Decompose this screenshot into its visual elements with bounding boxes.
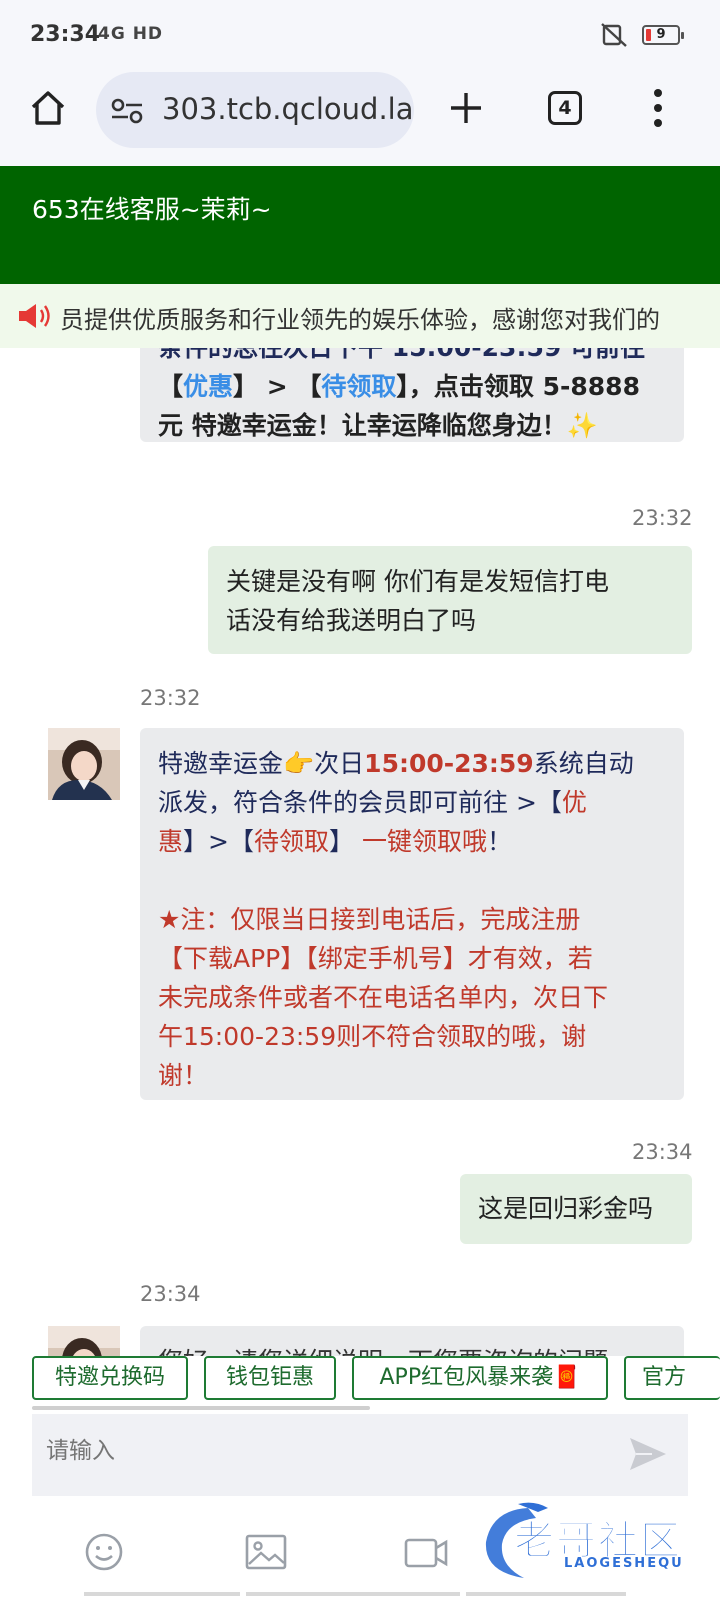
status-right: 9 — [600, 22, 684, 48]
image-icon[interactable] — [244, 1532, 288, 1572]
quick-reply-chip[interactable]: APP红包风暴来袭🧧 — [352, 1356, 608, 1400]
message-text: 】 — [328, 827, 362, 856]
quick-reply-chip[interactable]: 特邀兑换码 — [32, 1356, 188, 1400]
site-settings-icon[interactable] — [110, 98, 144, 124]
chat-title: 653在线客服~茉莉~ — [32, 195, 272, 224]
quick-reply-chip[interactable]: 官方 — [624, 1356, 720, 1400]
message-timestamp: 23:34 — [140, 1282, 201, 1306]
chat-toolbar — [0, 1496, 720, 1600]
message-line: 派发，符合条件的会员即可前往 >【优 — [158, 783, 666, 822]
message-bubble-incoming: 特邀幸运金👉次日15:00-23:59系统自动 派发，符合条件的会员即可前往 >… — [140, 728, 684, 1100]
message-timestamp: 23:32 — [140, 686, 201, 710]
message-bubble-incoming: 条件的总往次日下午 15:00-23:59 可前往 【优惠】 > 【待领取】，点… — [140, 348, 684, 442]
message-list[interactable]: 条件的总往次日下午 15:00-23:59 可前往 【优惠】 > 【待领取】，点… — [0, 348, 720, 1360]
message-text: 】 > 【 — [233, 372, 322, 401]
message-line: 特邀幸运金👉次日15:00-23:59系统自动 — [158, 744, 666, 783]
video-icon[interactable] — [404, 1532, 448, 1572]
message-input[interactable] — [46, 1438, 606, 1464]
link-text[interactable]: 优惠 — [183, 372, 233, 401]
message-text: 次日 — [314, 749, 365, 778]
message-bubble-outgoing: 这是回归彩金吗 — [460, 1174, 692, 1244]
message-line: 元 特邀幸运金！让幸运降临您身边！✨ — [158, 406, 666, 442]
agent-avatar[interactable] — [48, 728, 120, 800]
message-text: 条件的总往次日下午 15:00-23:59 可前往 — [158, 348, 645, 362]
sparkle-emoji: ✨ — [566, 411, 598, 440]
network-indicator: 4G HD — [98, 24, 164, 44]
message-bubble-incoming: 您好，请您详细说明一下您要咨询的问题 — [140, 1326, 684, 1360]
app-root: 23:34 4G HD 9 303.tcb.qcloud.la 4 653在线客… — [0, 0, 720, 1600]
message-line: 【优惠】 > 【待领取】，点击领取 5-8888 — [158, 367, 666, 406]
status-time: 23:34 — [30, 22, 101, 47]
message-line: 未完成条件或者不在电话名单内，次日下 — [158, 983, 609, 1012]
message-line: ★注：仅限当日接到电话后，完成注册 — [158, 905, 581, 934]
avatar-image — [48, 1326, 120, 1360]
message-text: 待领取 — [253, 827, 329, 856]
mute-vibrate-icon — [601, 23, 627, 47]
chat-header: 653在线客服~茉莉~ — [0, 166, 720, 284]
url-text: 303.tcb.qcloud.la — [162, 92, 414, 126]
message-line: 【下载APP】【绑定手机号】才有效，若 — [158, 944, 593, 973]
message-line: 午15:00-23:59则不符合领取的哦，谢 — [158, 1022, 587, 1051]
quick-reply-chip[interactable]: 钱包钜惠 — [204, 1356, 336, 1400]
message-text: 特邀幸运金 — [158, 749, 284, 778]
message-text: 】>【 — [183, 827, 254, 856]
message-bubble-outgoing: 关键是没有啊 你们有是发短信打电 话没有给我送明白了吗 — [208, 546, 692, 654]
message-input-row — [32, 1414, 688, 1496]
agent-avatar[interactable] — [48, 1326, 120, 1360]
tab-count-button[interactable]: 4 — [548, 91, 582, 125]
message-text: 】，点击领取 5-8888 — [396, 372, 640, 401]
message-text: 一键领取哦 — [361, 827, 487, 856]
message-timestamp: 23:34 — [632, 1140, 693, 1164]
message-timestamp: 23:32 — [632, 506, 693, 530]
avatar-image — [48, 728, 120, 800]
send-icon[interactable] — [626, 1432, 670, 1476]
home-icon[interactable] — [28, 88, 68, 128]
address-bar[interactable]: 303.tcb.qcloud.la — [96, 72, 414, 148]
message-text: 元 特邀幸运金！让幸运降临您身边！ — [158, 411, 567, 440]
toolbar-divider — [466, 1592, 626, 1596]
battery-icon: 9 — [642, 25, 684, 45]
browser-toolbar: 303.tcb.qcloud.la 4 — [0, 70, 720, 166]
new-tab-icon[interactable] — [448, 90, 484, 126]
message-text: 惠 — [158, 827, 184, 856]
message-text: 15:00-23:59 — [364, 749, 534, 778]
message-text: 【 — [158, 372, 184, 401]
message-line: 话没有给我送明白了吗 — [226, 606, 477, 635]
notice-text: 员提供优质服务和行业领先的娱乐体验，感谢您对我们的 — [60, 306, 660, 334]
message-line: 谢！ — [158, 1061, 209, 1090]
message-line: 惠】>【待领取】 一键领取哦！ — [158, 822, 666, 861]
message-text: 优 — [561, 788, 587, 817]
more-menu-icon[interactable] — [652, 88, 664, 128]
toolbar-divider — [84, 1592, 240, 1596]
pointing-emoji: 👉 — [283, 749, 315, 778]
speaker-icon — [16, 301, 54, 331]
emoji-icon[interactable] — [82, 1532, 126, 1572]
notice-bar: 员提供优质服务和行业领先的娱乐体验，感谢您对我们的 — [0, 284, 720, 348]
message-text: ！ — [486, 827, 512, 856]
message-text: 派发，符合条件的会员即可前往 >【 — [158, 788, 562, 817]
message-line: 这是回归彩金吗 — [478, 1194, 654, 1223]
message-line: 条件的总往次日下午 15:00-23:59 可前往 — [158, 348, 666, 367]
toolbar-divider — [246, 1592, 460, 1596]
message-line: 关键是没有啊 你们有是发短信打电 — [226, 567, 609, 596]
horizontal-scrollbar[interactable] — [32, 1406, 370, 1410]
link-text[interactable]: 待领取 — [321, 372, 396, 401]
status-bar: 23:34 4G HD 9 — [0, 0, 720, 70]
quick-reply-bar[interactable]: 特邀兑换码 钱包钜惠 APP红包风暴来袭🧧 官方 — [0, 1356, 720, 1412]
message-text: 系统自动 — [533, 749, 634, 778]
